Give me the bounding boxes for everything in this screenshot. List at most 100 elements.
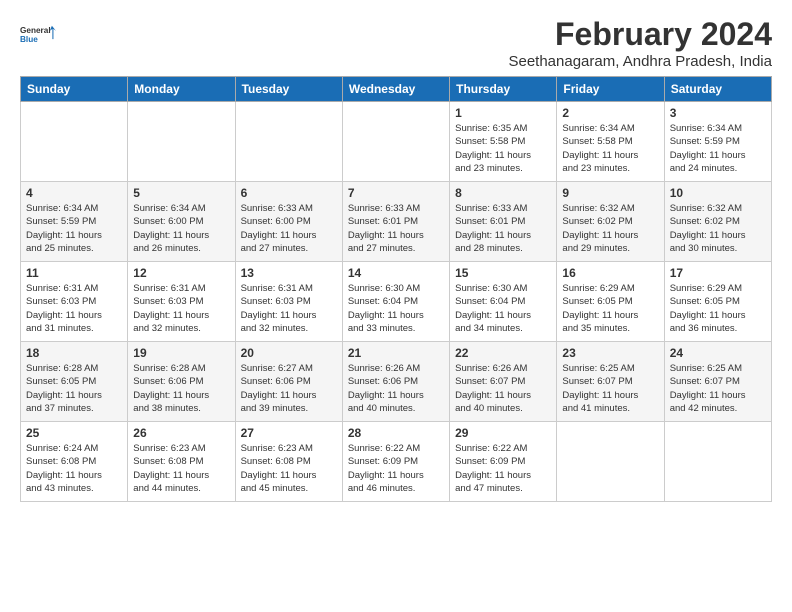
calendar-cell: 1 Sunrise: 6:35 AM Sunset: 5:58 PM Daylig… <box>450 102 557 182</box>
day-number: 26 <box>133 426 229 440</box>
calendar-cell: 27 Sunrise: 6:23 AM Sunset: 6:08 PM Dayli… <box>235 422 342 502</box>
calendar-cell: 2 Sunrise: 6:34 AM Sunset: 5:58 PM Daylig… <box>557 102 664 182</box>
day-info: Sunrise: 6:22 AM Sunset: 6:09 PM Dayligh… <box>455 442 551 495</box>
day-info: Sunrise: 6:23 AM Sunset: 6:08 PM Dayligh… <box>133 442 229 495</box>
day-number: 15 <box>455 266 551 280</box>
calendar-week-2: 4 Sunrise: 6:34 AM Sunset: 5:59 PM Daylig… <box>21 182 772 262</box>
calendar-cell: 9 Sunrise: 6:32 AM Sunset: 6:02 PM Daylig… <box>557 182 664 262</box>
calendar-cell: 24 Sunrise: 6:25 AM Sunset: 6:07 PM Dayli… <box>664 342 771 422</box>
day-number: 29 <box>455 426 551 440</box>
calendar-cell <box>235 102 342 182</box>
day-info: Sunrise: 6:28 AM Sunset: 6:05 PM Dayligh… <box>26 362 122 415</box>
calendar-cell: 6Sunrise: 6:33 AM Sunset: 6:00 PM Daylig… <box>235 182 342 262</box>
day-info: Sunrise: 6:24 AM Sunset: 6:08 PM Dayligh… <box>26 442 122 495</box>
calendar-cell <box>557 422 664 502</box>
calendar-week-3: 11 Sunrise: 6:31 AM Sunset: 6:03 PM Dayli… <box>21 262 772 342</box>
day-info: Sunrise: 6:34 AM Sunset: 5:59 PM Dayligh… <box>26 202 122 255</box>
calendar-cell: 13 Sunrise: 6:31 AM Sunset: 6:03 PM Dayli… <box>235 262 342 342</box>
calendar-cell: 4 Sunrise: 6:34 AM Sunset: 5:59 PM Daylig… <box>21 182 128 262</box>
calendar-cell <box>128 102 235 182</box>
calendar-cell: 25Sunrise: 6:24 AM Sunset: 6:08 PM Dayli… <box>21 422 128 502</box>
day-info: Sunrise: 6:31 AM Sunset: 6:03 PM Dayligh… <box>26 282 122 335</box>
column-header-thursday: Thursday <box>450 77 557 102</box>
day-number: 8 <box>455 186 551 200</box>
day-number: 4 <box>26 186 122 200</box>
calendar-cell: 29 Sunrise: 6:22 AM Sunset: 6:09 PM Dayli… <box>450 422 557 502</box>
day-number: 2 <box>562 106 658 120</box>
day-info: Sunrise: 6:30 AM Sunset: 6:04 PM Dayligh… <box>348 282 444 335</box>
day-number: 18 <box>26 346 122 360</box>
day-number: 27 <box>241 426 337 440</box>
calendar-week-1: 1 Sunrise: 6:35 AM Sunset: 5:58 PM Daylig… <box>21 102 772 182</box>
calendar-cell: 20Sunrise: 6:27 AM Sunset: 6:06 PM Dayli… <box>235 342 342 422</box>
column-header-sunday: Sunday <box>21 77 128 102</box>
calendar-cell: 19 Sunrise: 6:28 AM Sunset: 6:06 PM Dayli… <box>128 342 235 422</box>
day-number: 7 <box>348 186 444 200</box>
day-number: 10 <box>670 186 766 200</box>
calendar-week-4: 18 Sunrise: 6:28 AM Sunset: 6:05 PM Dayli… <box>21 342 772 422</box>
day-info: Sunrise: 6:26 AM Sunset: 6:06 PM Dayligh… <box>348 362 444 415</box>
calendar-cell: 3Sunrise: 6:34 AM Sunset: 5:59 PM Daylig… <box>664 102 771 182</box>
calendar-cell <box>21 102 128 182</box>
day-number: 6 <box>241 186 337 200</box>
calendar-cell: 26 Sunrise: 6:23 AM Sunset: 6:08 PM Dayli… <box>128 422 235 502</box>
column-header-saturday: Saturday <box>664 77 771 102</box>
day-number: 12 <box>133 266 229 280</box>
column-header-wednesday: Wednesday <box>342 77 449 102</box>
day-number: 19 <box>133 346 229 360</box>
day-info: Sunrise: 6:31 AM Sunset: 6:03 PM Dayligh… <box>133 282 229 335</box>
day-number: 20 <box>241 346 337 360</box>
day-number: 11 <box>26 266 122 280</box>
day-number: 3 <box>670 106 766 120</box>
day-info: Sunrise: 6:29 AM Sunset: 6:05 PM Dayligh… <box>562 282 658 335</box>
day-info: Sunrise: 6:28 AM Sunset: 6:06 PM Dayligh… <box>133 362 229 415</box>
day-number: 21 <box>348 346 444 360</box>
day-number: 16 <box>562 266 658 280</box>
title-block: February 2024 Seethanagaram, Andhra Prad… <box>508 16 772 70</box>
day-info: Sunrise: 6:25 AM Sunset: 6:07 PM Dayligh… <box>562 362 658 415</box>
calendar-cell: 5 Sunrise: 6:34 AM Sunset: 6:00 PM Daylig… <box>128 182 235 262</box>
day-number: 28 <box>348 426 444 440</box>
day-number: 1 <box>455 106 551 120</box>
calendar-cell: 22 Sunrise: 6:26 AM Sunset: 6:07 PM Dayli… <box>450 342 557 422</box>
calendar-table: SundayMondayTuesdayWednesdayThursdayFrid… <box>20 76 772 502</box>
day-number: 13 <box>241 266 337 280</box>
day-number: 14 <box>348 266 444 280</box>
day-info: Sunrise: 6:22 AM Sunset: 6:09 PM Dayligh… <box>348 442 444 495</box>
day-info: Sunrise: 6:25 AM Sunset: 6:07 PM Dayligh… <box>670 362 766 415</box>
calendar-cell: 21 Sunrise: 6:26 AM Sunset: 6:06 PM Dayli… <box>342 342 449 422</box>
calendar-subtitle: Seethanagaram, Andhra Pradesh, India <box>508 53 772 70</box>
calendar-cell: 10 Sunrise: 6:32 AM Sunset: 6:02 PM Dayli… <box>664 182 771 262</box>
day-number: 23 <box>562 346 658 360</box>
calendar-week-5: 25Sunrise: 6:24 AM Sunset: 6:08 PM Dayli… <box>21 422 772 502</box>
day-info: Sunrise: 6:31 AM Sunset: 6:03 PM Dayligh… <box>241 282 337 335</box>
day-info: Sunrise: 6:33 AM Sunset: 6:01 PM Dayligh… <box>348 202 444 255</box>
day-info: Sunrise: 6:34 AM Sunset: 6:00 PM Dayligh… <box>133 202 229 255</box>
calendar-cell: 17Sunrise: 6:29 AM Sunset: 6:05 PM Dayli… <box>664 262 771 342</box>
day-number: 22 <box>455 346 551 360</box>
page: General Blue February 2024 Seethanagaram… <box>0 0 792 612</box>
calendar-cell: 8 Sunrise: 6:33 AM Sunset: 6:01 PM Daylig… <box>450 182 557 262</box>
logo: General Blue <box>20 16 56 52</box>
column-header-friday: Friday <box>557 77 664 102</box>
day-info: Sunrise: 6:35 AM Sunset: 5:58 PM Dayligh… <box>455 122 551 175</box>
day-info: Sunrise: 6:33 AM Sunset: 6:01 PM Dayligh… <box>455 202 551 255</box>
calendar-cell: 28 Sunrise: 6:22 AM Sunset: 6:09 PM Dayli… <box>342 422 449 502</box>
calendar-title: February 2024 <box>508 16 772 53</box>
day-info: Sunrise: 6:30 AM Sunset: 6:04 PM Dayligh… <box>455 282 551 335</box>
column-header-tuesday: Tuesday <box>235 77 342 102</box>
day-info: Sunrise: 6:23 AM Sunset: 6:08 PM Dayligh… <box>241 442 337 495</box>
calendar-cell <box>664 422 771 502</box>
day-number: 9 <box>562 186 658 200</box>
calendar-cell: 7 Sunrise: 6:33 AM Sunset: 6:01 PM Daylig… <box>342 182 449 262</box>
day-number: 24 <box>670 346 766 360</box>
day-info: Sunrise: 6:32 AM Sunset: 6:02 PM Dayligh… <box>670 202 766 255</box>
day-info: Sunrise: 6:34 AM Sunset: 5:58 PM Dayligh… <box>562 122 658 175</box>
day-info: Sunrise: 6:32 AM Sunset: 6:02 PM Dayligh… <box>562 202 658 255</box>
day-number: 5 <box>133 186 229 200</box>
day-info: Sunrise: 6:29 AM Sunset: 6:05 PM Dayligh… <box>670 282 766 335</box>
svg-text:General: General <box>20 26 51 35</box>
day-info: Sunrise: 6:26 AM Sunset: 6:07 PM Dayligh… <box>455 362 551 415</box>
header: General Blue February 2024 Seethanagaram… <box>20 16 772 70</box>
calendar-cell: 14 Sunrise: 6:30 AM Sunset: 6:04 PM Dayli… <box>342 262 449 342</box>
